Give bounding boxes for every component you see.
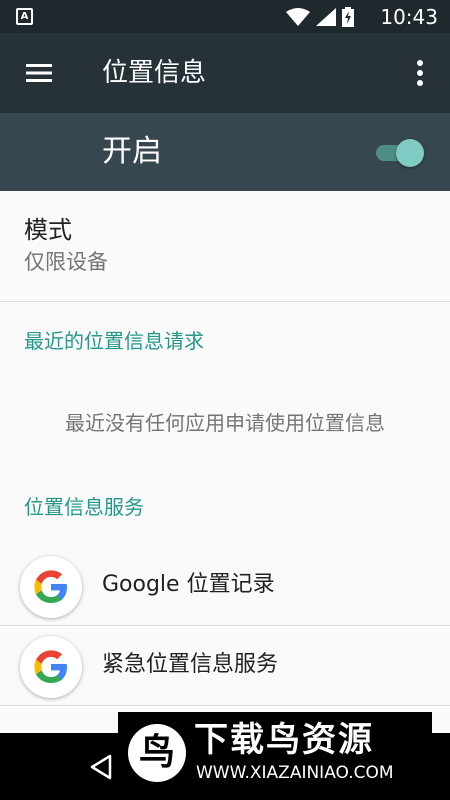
- list-item-emergency-location-service[interactable]: 紧急位置信息服务: [0, 626, 450, 706]
- recent-requests-header: 最近的位置信息请求: [24, 329, 204, 353]
- google-g-icon: [20, 556, 82, 618]
- list-item-google-location-history[interactable]: Google 位置记录: [0, 546, 450, 626]
- menu-icon[interactable]: [22, 59, 56, 87]
- master-switch-bar[interactable]: 开启: [0, 113, 450, 191]
- list-item-label: Google 位置记录: [102, 572, 275, 597]
- mode-setting[interactable]: 模式 仅限设备: [0, 191, 450, 302]
- bird-logo-icon: 鸟: [138, 732, 175, 773]
- wifi-icon: [286, 8, 310, 26]
- battery-icon: [342, 7, 354, 27]
- list-item-label: 紧急位置信息服务: [102, 652, 279, 677]
- mode-value: 仅限设备: [24, 250, 108, 274]
- toggle-thumb: [396, 139, 424, 167]
- master-switch-label: 开启: [102, 134, 162, 169]
- watermark-url: WWW.XIAZAINIAO.COM: [196, 763, 394, 783]
- watermark-brand: 下载鸟资源: [194, 720, 374, 760]
- notification-icon: A: [16, 8, 33, 25]
- status-icons: [286, 7, 354, 27]
- more-options-icon[interactable]: [410, 57, 430, 89]
- watermark-logo: 鸟: [128, 724, 186, 782]
- app-bar: 位置信息: [0, 33, 450, 113]
- status-bar: A 10:43: [0, 0, 450, 33]
- location-services-header: 位置信息服务: [24, 495, 144, 519]
- recent-requests-empty-message: 最近没有任何应用申请使用位置信息: [65, 411, 385, 435]
- mode-title: 模式: [24, 216, 72, 244]
- watermark: 鸟 下载鸟资源 WWW.XIAZAINIAO.COM: [118, 712, 432, 790]
- location-toggle[interactable]: [376, 139, 424, 167]
- signal-icon: [316, 8, 336, 26]
- google-g-icon: [20, 636, 82, 698]
- back-icon[interactable]: [88, 753, 114, 781]
- clock: 10:43: [380, 5, 438, 29]
- page-title: 位置信息: [102, 58, 207, 88]
